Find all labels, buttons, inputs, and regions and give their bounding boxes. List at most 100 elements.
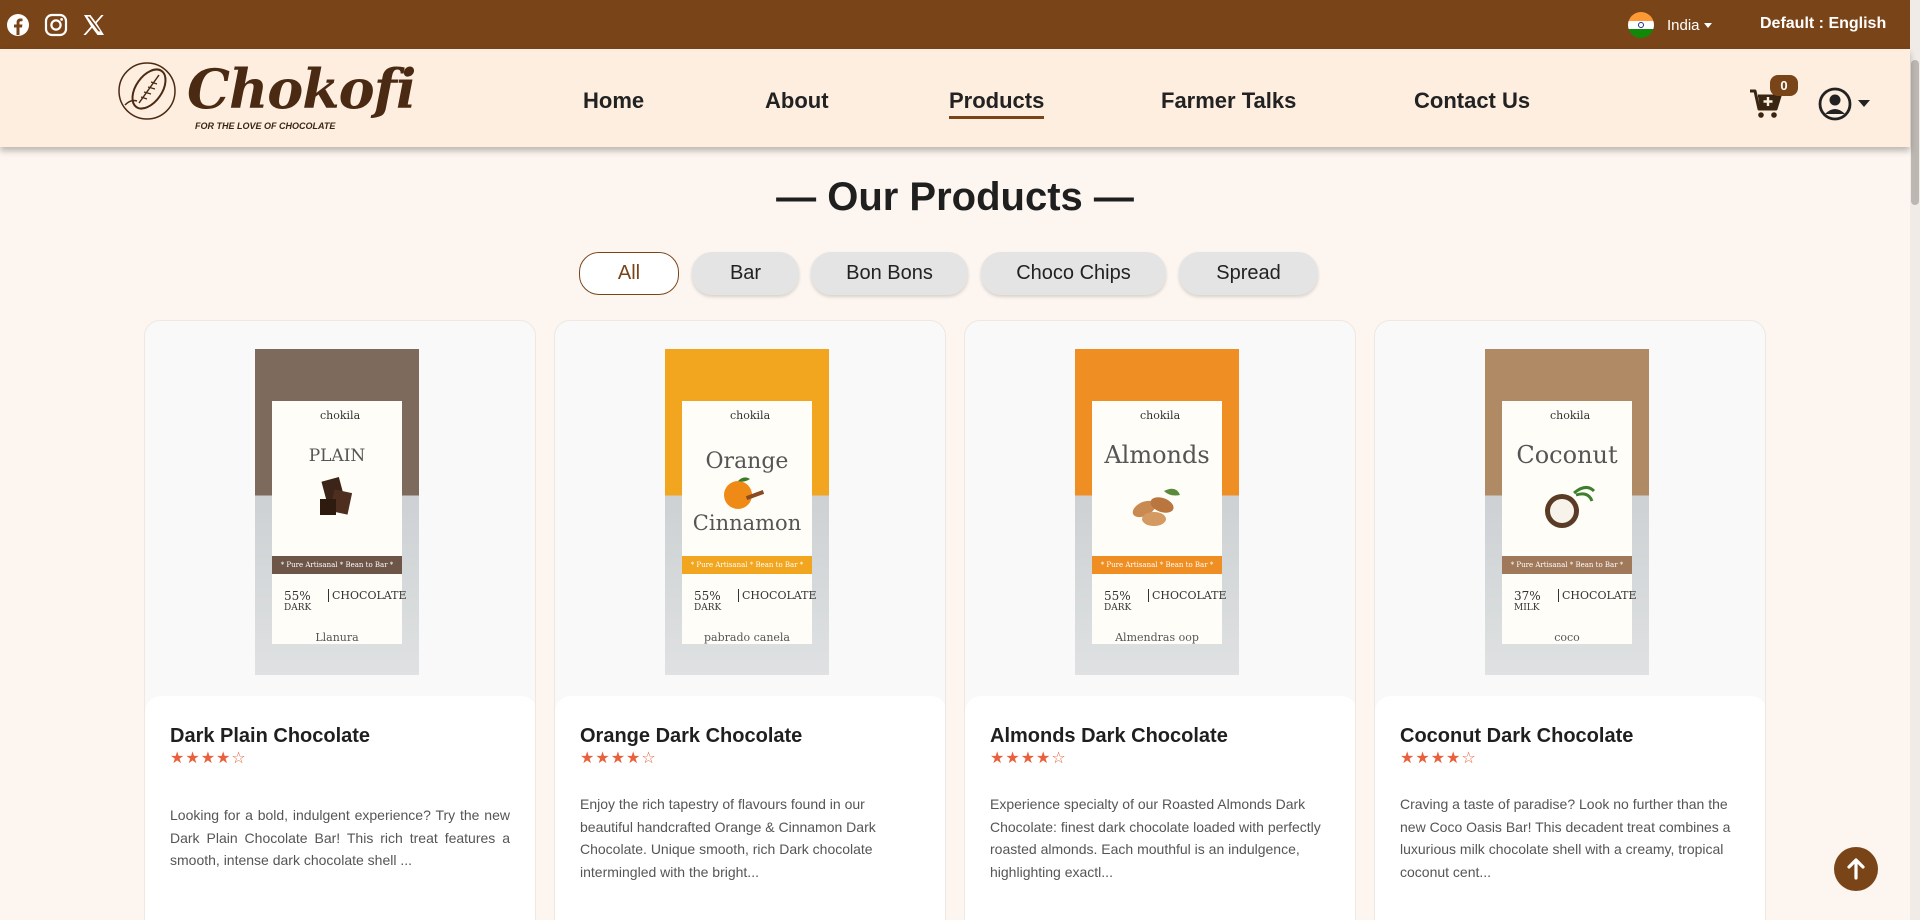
pack-flavor: PLAIN [308, 446, 366, 466]
facebook-icon[interactable] [6, 13, 30, 37]
almonds-icon [1132, 488, 1180, 526]
orange-icon [724, 477, 764, 509]
chocolate-pack: chokila Almonds * Pure Artisanal * Bean … [1075, 349, 1239, 675]
pack-chocolate: CHOCOLATE [1148, 589, 1226, 602]
product-description: Enjoy the rich tapestry of flavours foun… [580, 796, 876, 880]
pack-bottom-text: Almendras oop [1115, 631, 1199, 644]
chocolate-pack: chokila Orange Cinnamon * Pure Artisanal… [665, 349, 829, 675]
pack-chocolate: CHOCOLATE [738, 589, 816, 602]
star-rating: ★ ★ ★ ★ ☆ [1400, 749, 1476, 767]
india-flag-icon [1628, 12, 1654, 38]
pack-brand: chokila [1140, 409, 1181, 422]
pack-percent: 55% [284, 589, 311, 603]
product-card[interactable]: chokila Coconut * Pure Artisanal * Bean … [1374, 320, 1766, 920]
user-account-icon[interactable] [1818, 87, 1852, 121]
star-filled-icon: ★ [216, 748, 231, 767]
product-name[interactable]: Almonds Dark Chocolate [990, 725, 1228, 748]
nav-contact-us[interactable]: Contact Us [1414, 88, 1530, 114]
product-card[interactable]: chokila PLAIN * Pure Artisanal * Bean to… [144, 320, 536, 920]
pack-type: DARK [1104, 603, 1132, 613]
star-filled-icon: ★ [595, 748, 610, 767]
pack-brand: chokila [320, 409, 361, 422]
star-rating: ★ ★ ★ ★ ☆ [170, 749, 246, 767]
nav-home[interactable]: Home [583, 88, 644, 114]
product-image[interactable]: chokila Orange Cinnamon * Pure Artisanal… [555, 321, 945, 696]
filter-spread[interactable]: Spread [1179, 252, 1318, 295]
star-empty-icon: ☆ [1051, 748, 1066, 767]
filter-choco-chips[interactable]: Choco Chips [981, 252, 1166, 295]
arrow-up-icon [1847, 858, 1865, 880]
star-rating: ★ ★ ★ ★ ☆ [990, 749, 1066, 767]
star-rating: ★ ★ ★ ★ ☆ [580, 749, 656, 767]
brand-name: Chokofi [187, 57, 416, 121]
pack-strip: * Pure Artisanal * Bean to Bar * [682, 556, 812, 574]
chocolate-pack: chokila Coconut * Pure Artisanal * Bean … [1485, 349, 1649, 675]
pack-percent: 55% [1104, 589, 1131, 603]
star-filled-icon: ★ [626, 748, 641, 767]
product-card[interactable]: chokila Orange Cinnamon * Pure Artisanal… [554, 320, 946, 920]
pack-flavor: Orange [705, 449, 789, 474]
pack-bottom-text: pabrado canela [703, 631, 790, 644]
star-empty-icon: ☆ [641, 748, 656, 767]
product-card[interactable]: chokila Almonds * Pure Artisanal * Bean … [964, 320, 1356, 920]
product-description: Craving a taste of paradise? Look no fur… [1400, 796, 1731, 880]
star-filled-icon: ★ [1430, 748, 1446, 767]
instagram-icon[interactable] [44, 13, 68, 37]
product-name[interactable]: Dark Plain Chocolate [170, 725, 370, 748]
product-image[interactable]: chokila PLAIN * Pure Artisanal * Bean to… [145, 321, 535, 696]
country-label: India [1667, 16, 1700, 34]
star-filled-icon: ★ [185, 748, 200, 767]
pack-chocolate: CHOCOLATE [328, 589, 406, 602]
filter-all[interactable]: All [579, 252, 679, 295]
star-filled-icon: ★ [1020, 748, 1036, 767]
pack-type: DARK [284, 603, 312, 613]
pack-chocolate: CHOCOLATE [1558, 589, 1636, 602]
brand-logo[interactable]: Chokofi FOR THE LOVE OF CHOCOLATE [117, 57, 416, 139]
pack-bottom-text: coco [1554, 631, 1580, 644]
product-image[interactable]: chokila Almonds * Pure Artisanal * Bean … [965, 321, 1355, 696]
star-filled-icon: ★ [580, 748, 595, 767]
nav-products[interactable]: Products [949, 88, 1045, 119]
star-filled-icon: ★ [170, 748, 185, 767]
star-filled-icon: ★ [610, 748, 626, 767]
pack-flavor: Coconut [1516, 441, 1618, 469]
filter-bar[interactable]: Bar [692, 252, 799, 295]
pack-percent: 37% [1514, 589, 1541, 603]
scroll-to-top-button[interactable] [1834, 847, 1878, 891]
star-filled-icon: ★ [1005, 748, 1020, 767]
pack-percent: 55% [694, 589, 721, 603]
main-navbar: Chokofi FOR THE LOVE OF CHOCOLATE Home A… [0, 49, 1910, 147]
product-name[interactable]: Orange Dark Chocolate [580, 725, 802, 748]
pack-brand: chokila [1550, 409, 1591, 422]
pack-bottom-text: Llanura [315, 631, 359, 644]
scrollbar-thumb[interactable] [1911, 60, 1919, 205]
star-filled-icon: ★ [1400, 748, 1415, 767]
country-selector[interactable]: India [1628, 12, 1712, 38]
cart-count-badge: 0 [1770, 75, 1798, 96]
chocolate-pack: chokila PLAIN * Pure Artisanal * Bean to… [255, 349, 419, 675]
language-selector[interactable]: Default : English [1760, 15, 1886, 33]
star-empty-icon: ☆ [231, 748, 246, 767]
pack-brand: chokila [730, 409, 771, 422]
chocolate-pieces-icon [320, 477, 353, 515]
star-filled-icon: ★ [1415, 748, 1430, 767]
product-image[interactable]: chokila Coconut * Pure Artisanal * Bean … [1375, 321, 1765, 696]
product-description: Looking for a bold, indulgent experience… [170, 807, 510, 868]
pack-strip: * Pure Artisanal * Bean to Bar * [272, 556, 402, 574]
brand-tagline: FOR THE LOVE OF CHOCOLATE [195, 121, 336, 131]
product-description: Experience specialty of our Roasted Almo… [990, 796, 1321, 880]
x-twitter-icon[interactable] [82, 13, 106, 37]
cocoa-bean-icon [118, 62, 176, 120]
nav-about[interactable]: About [765, 88, 829, 114]
star-filled-icon: ★ [200, 748, 216, 767]
pack-flavor: Almonds [1104, 441, 1210, 469]
pack-type: DARK [694, 603, 722, 613]
star-filled-icon: ★ [990, 748, 1005, 767]
nav-farmer-talks[interactable]: Farmer Talks [1161, 88, 1296, 114]
filter-bon-bons[interactable]: Bon Bons [811, 252, 968, 295]
coconut-icon [1545, 486, 1596, 528]
pack-strip: * Pure Artisanal * Bean to Bar * [1502, 556, 1632, 574]
pack-flavor-secondary: Cinnamon [692, 511, 802, 535]
chevron-down-icon[interactable] [1858, 100, 1870, 107]
product-name[interactable]: Coconut Dark Chocolate [1400, 725, 1633, 748]
